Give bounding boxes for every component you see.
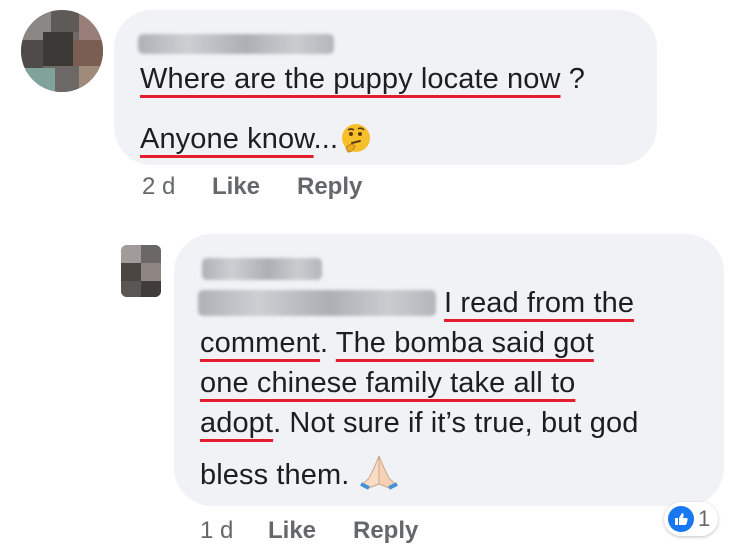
reply-bubble: I read from the comment. The bomba said …	[174, 234, 724, 506]
reply-line-5: bless them.	[200, 454, 399, 500]
comment-thread: Where are the puppy locate now ? Anyone …	[0, 0, 749, 552]
spellcheck-underlined-text: Where are the puppy locate now	[140, 63, 561, 95]
comment-like-button[interactable]: Like	[212, 173, 260, 201]
spellcheck-underlined-text: I read from the	[444, 287, 635, 319]
spellcheck-underlined-text: The bomba said got	[335, 327, 594, 359]
commenter-avatar[interactable]	[21, 10, 103, 92]
reply-reply-button[interactable]: Reply	[353, 517, 418, 545]
reply-line-4: adopt. Not sure if it’s true, but god	[200, 407, 639, 439]
folded-hands-icon	[359, 454, 399, 500]
redacted-tagged-name[interactable]	[198, 290, 436, 316]
redacted-author-name[interactable]	[138, 34, 334, 54]
spellcheck-underlined-text: one chinese family take all to	[200, 367, 576, 399]
reply-timestamp[interactable]: 1 d	[200, 517, 233, 544]
reply-line-2: comment. The bomba said got	[200, 327, 594, 359]
spellcheck-underlined-text: Anyone know	[140, 123, 314, 155]
redacted-author-name[interactable]	[202, 258, 322, 280]
comment-timestamp[interactable]: 2 d	[142, 173, 175, 200]
comment-line-2: Anyone know...	[140, 120, 372, 164]
spellcheck-underlined-text: comment	[200, 327, 320, 359]
thumbs-up-icon	[668, 506, 694, 532]
reply-actions: 1 d Like Reply	[200, 517, 440, 547]
reaction-summary[interactable]: 1	[664, 502, 719, 536]
replier-avatar[interactable]	[121, 245, 161, 297]
reaction-count: 1	[698, 506, 711, 531]
spellcheck-underlined-text: adopt	[200, 407, 274, 439]
comment-reply-button[interactable]: Reply	[297, 173, 362, 201]
reply-line-3: one chinese family take all to	[200, 364, 575, 402]
comment-bubble: Where are the puppy locate now ? Anyone …	[114, 10, 657, 165]
comment-actions: 2 d Like Reply	[142, 173, 382, 203]
reply-like-button[interactable]: Like	[268, 517, 316, 545]
thinking-face-icon	[340, 122, 372, 164]
reply-line-1: I read from the	[444, 284, 634, 322]
comment-line-1: Where are the puppy locate now ?	[140, 63, 585, 95]
